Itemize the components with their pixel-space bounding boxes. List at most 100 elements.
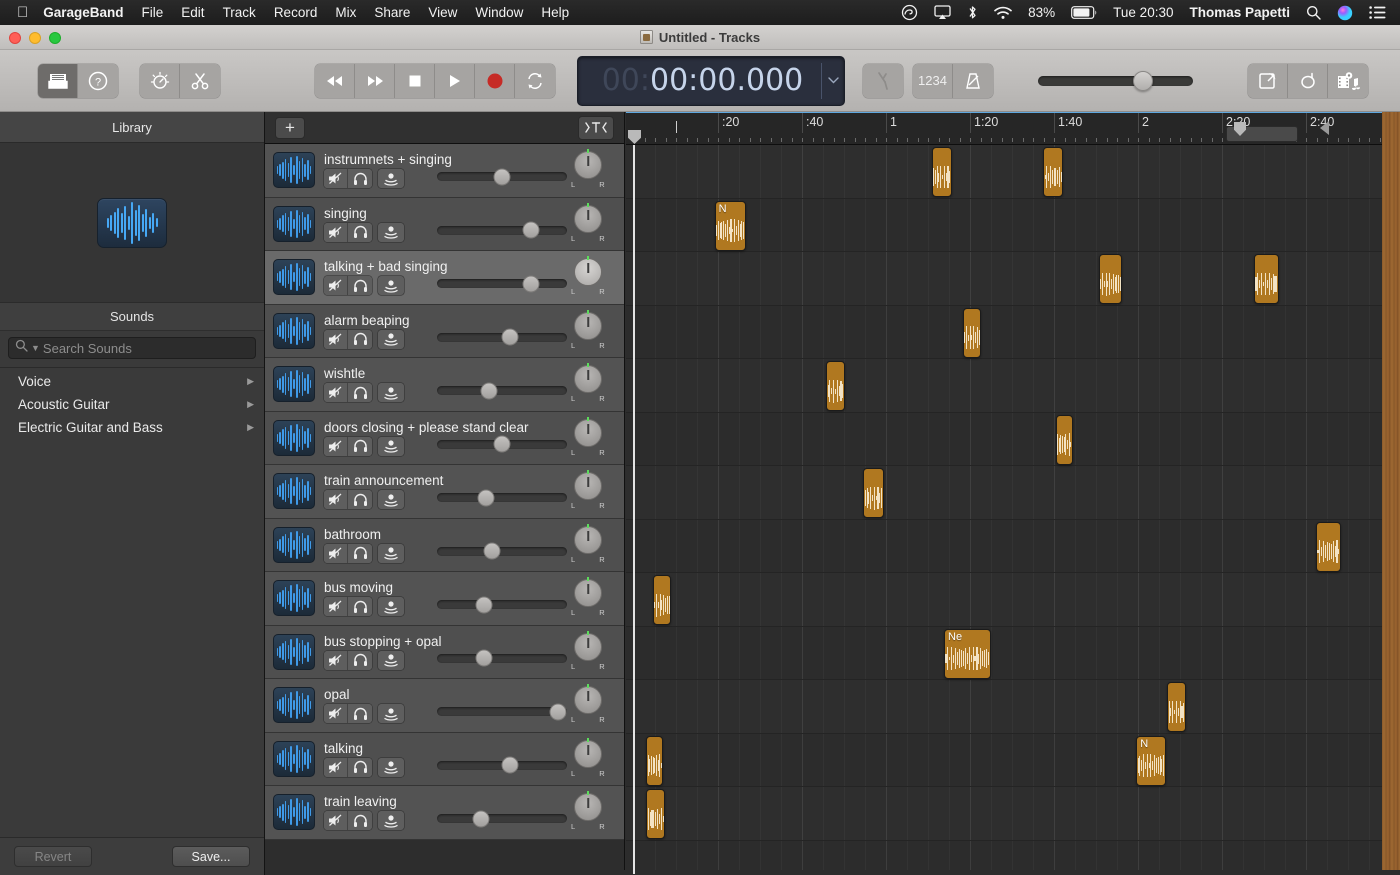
sidebar-item-acoustic-guitar[interactable]: Acoustic Guitar ▶ xyxy=(0,393,264,416)
pan-knob[interactable] xyxy=(574,793,602,821)
master-volume-slider[interactable] xyxy=(1038,70,1193,91)
track-name-label[interactable]: bus stopping + opal xyxy=(324,634,520,649)
pan-knob[interactable] xyxy=(574,739,602,768)
track-header-row[interactable]: alarm beaping L R xyxy=(265,304,624,358)
menu-item-edit[interactable]: Edit xyxy=(172,5,213,20)
scroll-back-arrow-icon[interactable] xyxy=(1320,121,1329,135)
track-volume-knob[interactable] xyxy=(475,649,493,667)
tuning-fork-icon[interactable] xyxy=(863,63,903,98)
track-header-row[interactable]: talking + bad singing L R xyxy=(265,251,624,305)
record-button[interactable] xyxy=(475,63,515,98)
track-name-label[interactable]: bus moving xyxy=(324,580,520,595)
metronome-icon[interactable] xyxy=(953,63,993,98)
timeline-ruler[interactable]: :20:4011:201:4022:202:40 xyxy=(626,113,1382,145)
track-volume-knob[interactable] xyxy=(480,382,498,400)
audio-region[interactable] xyxy=(1254,254,1279,304)
menu-item-record[interactable]: Record xyxy=(265,5,327,20)
track-header-config-icon[interactable] xyxy=(578,115,614,140)
media-browser-icon[interactable] xyxy=(1328,63,1368,98)
track-header-row[interactable]: bus moving L R xyxy=(265,572,624,626)
pan-knob[interactable] xyxy=(574,418,602,447)
creative-cloud-icon[interactable] xyxy=(893,4,926,21)
track-name-label[interactable]: talking + bad singing xyxy=(324,259,520,274)
track-pan-control[interactable]: LR xyxy=(570,632,606,671)
track-volume-slider[interactable] xyxy=(437,649,567,667)
timeline-lane[interactable] xyxy=(626,573,1382,627)
track-name-label[interactable]: instrumnets + singing xyxy=(324,152,520,167)
track-volume-knob[interactable] xyxy=(477,489,495,507)
timeline-lane[interactable] xyxy=(626,787,1382,841)
search-icon[interactable] xyxy=(1298,5,1329,20)
timeline-lane[interactable]: N xyxy=(626,733,1382,787)
record-enable-icon[interactable] xyxy=(378,543,404,563)
timeline-lane[interactable] xyxy=(626,252,1382,306)
timeline-lane[interactable] xyxy=(626,145,1382,199)
lcd-display[interactable]: 00:00:00.000 xyxy=(577,55,845,106)
record-enable-icon[interactable] xyxy=(378,490,404,510)
track-header-row[interactable]: doors closing + please stand clear L R xyxy=(265,411,624,465)
audio-region[interactable] xyxy=(863,468,884,518)
audio-region[interactable] xyxy=(646,789,665,839)
siri-icon[interactable] xyxy=(1329,5,1361,21)
track-header-row[interactable]: singing L R xyxy=(265,197,624,251)
mute-icon[interactable] xyxy=(324,543,348,563)
timeline-lane[interactable] xyxy=(626,519,1382,573)
audio-region[interactable] xyxy=(962,307,982,358)
timeline-lane[interactable]: N xyxy=(626,198,1382,252)
track-volume-slider[interactable] xyxy=(437,703,567,721)
mute-icon[interactable] xyxy=(324,436,348,456)
timeline-lane[interactable] xyxy=(626,840,1382,874)
rewind-button[interactable] xyxy=(315,63,355,98)
mute-icon[interactable] xyxy=(324,811,348,831)
audio-region[interactable] xyxy=(646,735,664,786)
mute-icon[interactable] xyxy=(324,650,348,670)
pan-knob[interactable] xyxy=(574,311,602,340)
record-enable-icon[interactable] xyxy=(378,383,404,403)
track-pan-control[interactable]: LR xyxy=(570,739,606,778)
record-enable-icon[interactable] xyxy=(378,436,404,456)
track-volume-knob[interactable] xyxy=(493,168,511,186)
menu-item-mix[interactable]: Mix xyxy=(326,5,365,20)
pan-knob[interactable] xyxy=(574,579,602,607)
track-name-label[interactable]: opal xyxy=(324,687,520,702)
track-volume-knob[interactable] xyxy=(549,703,567,721)
close-window-button[interactable] xyxy=(9,31,21,44)
zoom-slider[interactable] xyxy=(1226,122,1298,142)
track-header-row[interactable]: talking L R xyxy=(265,732,624,786)
mute-icon[interactable] xyxy=(324,169,348,189)
pan-knob[interactable] xyxy=(574,632,602,661)
user-account-name[interactable]: Thomas Papetti xyxy=(1181,5,1298,20)
pan-knob[interactable] xyxy=(574,472,602,500)
chevron-down-icon[interactable] xyxy=(822,75,844,87)
record-enable-icon[interactable] xyxy=(378,597,404,617)
pan-knob[interactable] xyxy=(574,204,602,233)
track-pan-control[interactable]: LR xyxy=(570,258,606,296)
track-volume-slider[interactable] xyxy=(437,328,567,346)
track-name-label[interactable]: talking xyxy=(324,741,520,756)
track-volume-knob[interactable] xyxy=(501,328,519,346)
solo-headphone-icon[interactable] xyxy=(348,383,372,403)
track-name-label[interactable]: singing xyxy=(324,206,520,221)
track-volume-knob[interactable] xyxy=(483,542,501,560)
search-sounds-field[interactable]: ▼ xyxy=(8,337,256,359)
pan-knob[interactable] xyxy=(574,525,602,554)
mute-icon[interactable] xyxy=(324,276,348,296)
smart-controls-button[interactable] xyxy=(140,63,180,98)
solo-headphone-icon[interactable] xyxy=(348,436,372,456)
maximize-window-button[interactable] xyxy=(49,31,61,44)
library-button[interactable] xyxy=(38,63,78,98)
solo-headphone-icon[interactable] xyxy=(348,490,372,510)
track-volume-knob[interactable] xyxy=(475,596,493,614)
apple-logo-icon[interactable]:  xyxy=(0,5,41,20)
track-volume-knob[interactable] xyxy=(493,435,511,453)
track-volume-slider[interactable] xyxy=(437,435,567,453)
pan-knob[interactable] xyxy=(574,151,602,179)
track-name-label[interactable]: alarm beaping xyxy=(324,313,520,328)
audio-region[interactable]: N xyxy=(1136,735,1166,786)
track-volume-slider[interactable] xyxy=(437,596,567,614)
menu-item-window[interactable]: Window xyxy=(466,5,532,20)
revert-button[interactable]: Revert xyxy=(14,846,92,867)
track-pan-control[interactable]: LR xyxy=(570,686,606,724)
track-name-label[interactable]: bathroom xyxy=(324,527,520,542)
apple-loops-icon[interactable] xyxy=(1288,63,1328,98)
